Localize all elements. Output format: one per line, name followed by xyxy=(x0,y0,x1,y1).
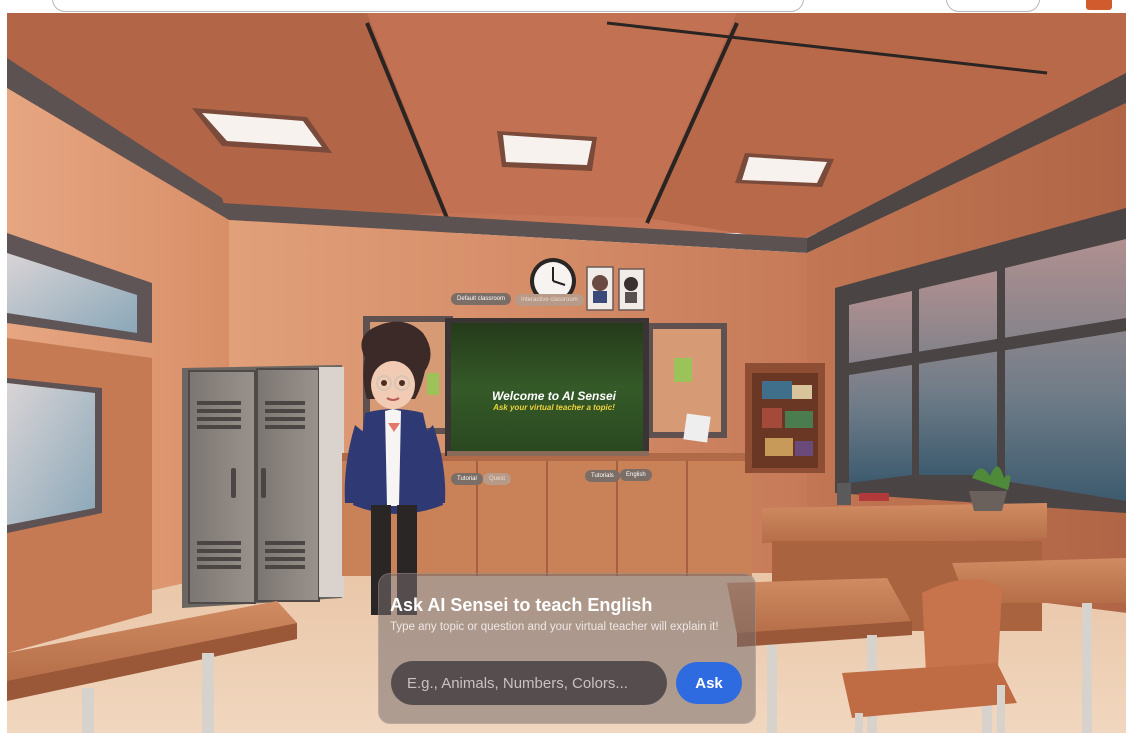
topic-input[interactable] xyxy=(391,661,667,705)
board-title: Welcome to AI Sensei xyxy=(491,389,617,403)
tag-tutorial[interactable]: Tutorial xyxy=(451,473,483,485)
ask-panel: Ask AI Sensei to teach English Type any … xyxy=(378,573,756,724)
toolbar-button[interactable] xyxy=(946,0,1040,12)
ask-panel-title: Ask AI Sensei to teach English xyxy=(390,595,653,615)
tag-english[interactable]: English xyxy=(620,469,652,481)
tag-interactive-classroom[interactable]: Interactive classroom xyxy=(515,294,584,306)
board-subtitle: Ask your virtual teacher a topic! xyxy=(493,403,615,412)
tag-tutorials[interactable]: Tutorials xyxy=(585,470,620,482)
browser-toolbar xyxy=(0,0,1126,13)
tag-default-classroom[interactable]: Default classroom xyxy=(451,293,512,305)
tag-quest[interactable]: Quest xyxy=(483,473,512,485)
extension-icon[interactable] xyxy=(1086,0,1112,10)
address-bar[interactable] xyxy=(52,0,804,12)
ask-button[interactable]: Ask xyxy=(676,662,742,704)
ask-panel-subtitle: Type any topic or question and your virt… xyxy=(390,621,719,633)
